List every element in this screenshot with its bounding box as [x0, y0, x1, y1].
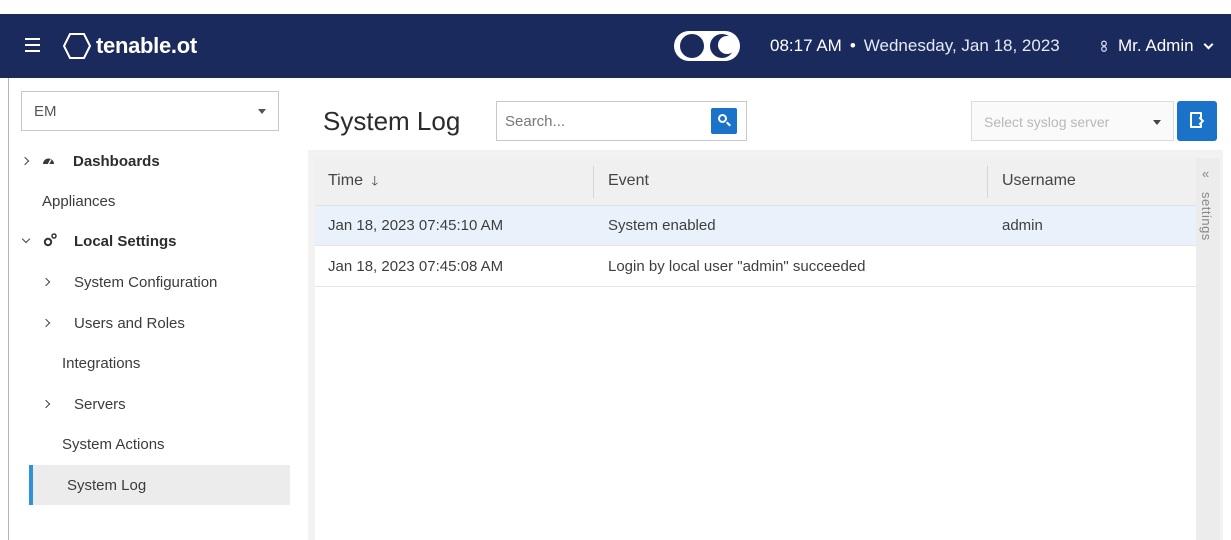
current-date: Wednesday, Jan 18, 2023: [863, 36, 1060, 55]
column-divider[interactable]: [593, 166, 594, 198]
table-row[interactable]: Jan 18, 2023 07:45:10 AM System enabled …: [315, 206, 1196, 246]
theme-toggle[interactable]: [674, 31, 740, 61]
user-icon: [1101, 40, 1107, 52]
log-table-panel: Time 🡓 Event Username Jan 18, 2023 07:45…: [308, 150, 1223, 540]
sidebar-item-integrations[interactable]: Integrations: [9, 343, 290, 383]
site-select-value: EM: [34, 103, 57, 120]
sidebar-item-label: System Actions: [62, 436, 165, 453]
brand-name: tenable.ot: [96, 33, 197, 58]
sidebar-item-label: Appliances: [42, 193, 116, 210]
search-input[interactable]: [497, 102, 707, 140]
sidebar-item-label: Dashboards: [73, 153, 160, 170]
sidebar-item-users-and-roles[interactable]: Users and Roles: [9, 303, 290, 343]
settings-panel-toggle[interactable]: « settings: [1196, 158, 1220, 540]
sort-descending-icon: 🡓: [371, 173, 379, 188]
chevron-right-icon: [41, 399, 51, 409]
search-button[interactable]: [711, 108, 737, 134]
active-indicator: [29, 465, 33, 505]
sidebar-item-local-settings[interactable]: Local Settings: [9, 221, 290, 261]
sidebar-item-servers[interactable]: Servers: [9, 384, 290, 424]
search-box: [496, 101, 747, 141]
chevron-right-icon: [20, 156, 30, 166]
dark-mode-dot-icon: [680, 34, 704, 58]
sidebar-item-label: System Configuration: [74, 274, 218, 291]
column-header-username[interactable]: Username: [1002, 172, 1076, 190]
current-time: 08:17 AM: [770, 36, 842, 55]
time-date-separator: •: [849, 36, 856, 55]
moon-icon: [718, 36, 736, 54]
sidebar-item-system-configuration[interactable]: System Configuration: [9, 262, 290, 302]
cell-event: System enabled: [608, 217, 716, 234]
log-table: Time 🡓 Event Username Jan 18, 2023 07:45…: [315, 158, 1196, 540]
column-divider[interactable]: [987, 166, 988, 198]
collapse-double-chevron-icon: «: [1202, 166, 1210, 181]
syslog-server-select[interactable]: Select syslog server: [971, 101, 1174, 141]
sidebar-item-label: Servers: [74, 396, 126, 413]
chevron-right-icon: [41, 318, 51, 328]
top-bar: tenable.ot 08:17 AM • Wednesday, Jan 18, 2…: [0, 14, 1231, 78]
sidebar-item-system-log[interactable]: System Log: [29, 465, 290, 505]
brand-logo[interactable]: tenable.ot: [62, 31, 197, 61]
sidebar-item-dashboards[interactable]: Dashboards: [9, 141, 290, 181]
dashboard-gauge-icon: [43, 158, 54, 165]
sidebar: EM Dashboards Appliances Local Settings …: [9, 78, 290, 540]
page-title: System Log: [323, 106, 461, 136]
sidebar-item-label: Users and Roles: [74, 315, 185, 332]
sidebar-item-label: System Log: [67, 477, 147, 494]
caret-down-icon: [258, 109, 266, 114]
table-header: Time 🡓 Event Username: [315, 158, 1196, 206]
table-row[interactable]: Jan 18, 2023 07:45:08 AM Login by local …: [315, 247, 1196, 287]
sidebar-item-appliances[interactable]: Appliances: [9, 181, 290, 221]
export-button[interactable]: [1177, 101, 1217, 141]
cell-time: Jan 18, 2023 07:45:08 AM: [328, 258, 504, 275]
cell-event: Login by local user "admin" succeeded: [608, 258, 866, 275]
sidebar-item-label: Integrations: [62, 355, 141, 372]
menu-icon[interactable]: [25, 38, 40, 52]
sidebar-item-label: Local Settings: [74, 233, 177, 250]
column-header-label: Time: [328, 172, 363, 189]
column-header-time[interactable]: Time 🡓: [328, 172, 378, 194]
chevron-right-icon: [41, 277, 51, 287]
chevron-down-icon: [1203, 39, 1214, 49]
search-icon-handle: [726, 121, 731, 127]
site-select[interactable]: EM: [21, 91, 279, 131]
tenable-hexagon-icon: [62, 33, 92, 59]
syslog-server-placeholder: Select syslog server: [984, 114, 1110, 130]
cell-username: admin: [1002, 217, 1043, 234]
clock: 08:17 AM • Wednesday, Jan 18, 2023: [770, 36, 1060, 56]
chevron-down-icon: [21, 234, 31, 244]
sidebar-item-system-actions[interactable]: System Actions: [9, 424, 290, 464]
user-menu[interactable]: Mr. Admin: [1098, 36, 1214, 56]
settings-label: settings: [1199, 192, 1214, 241]
gears-icon: [43, 233, 57, 247]
cell-time: Jan 18, 2023 07:45:10 AM: [328, 217, 504, 234]
caret-down-icon: [1153, 120, 1161, 125]
column-header-event[interactable]: Event: [608, 172, 649, 190]
user-name: Mr. Admin: [1118, 36, 1194, 55]
